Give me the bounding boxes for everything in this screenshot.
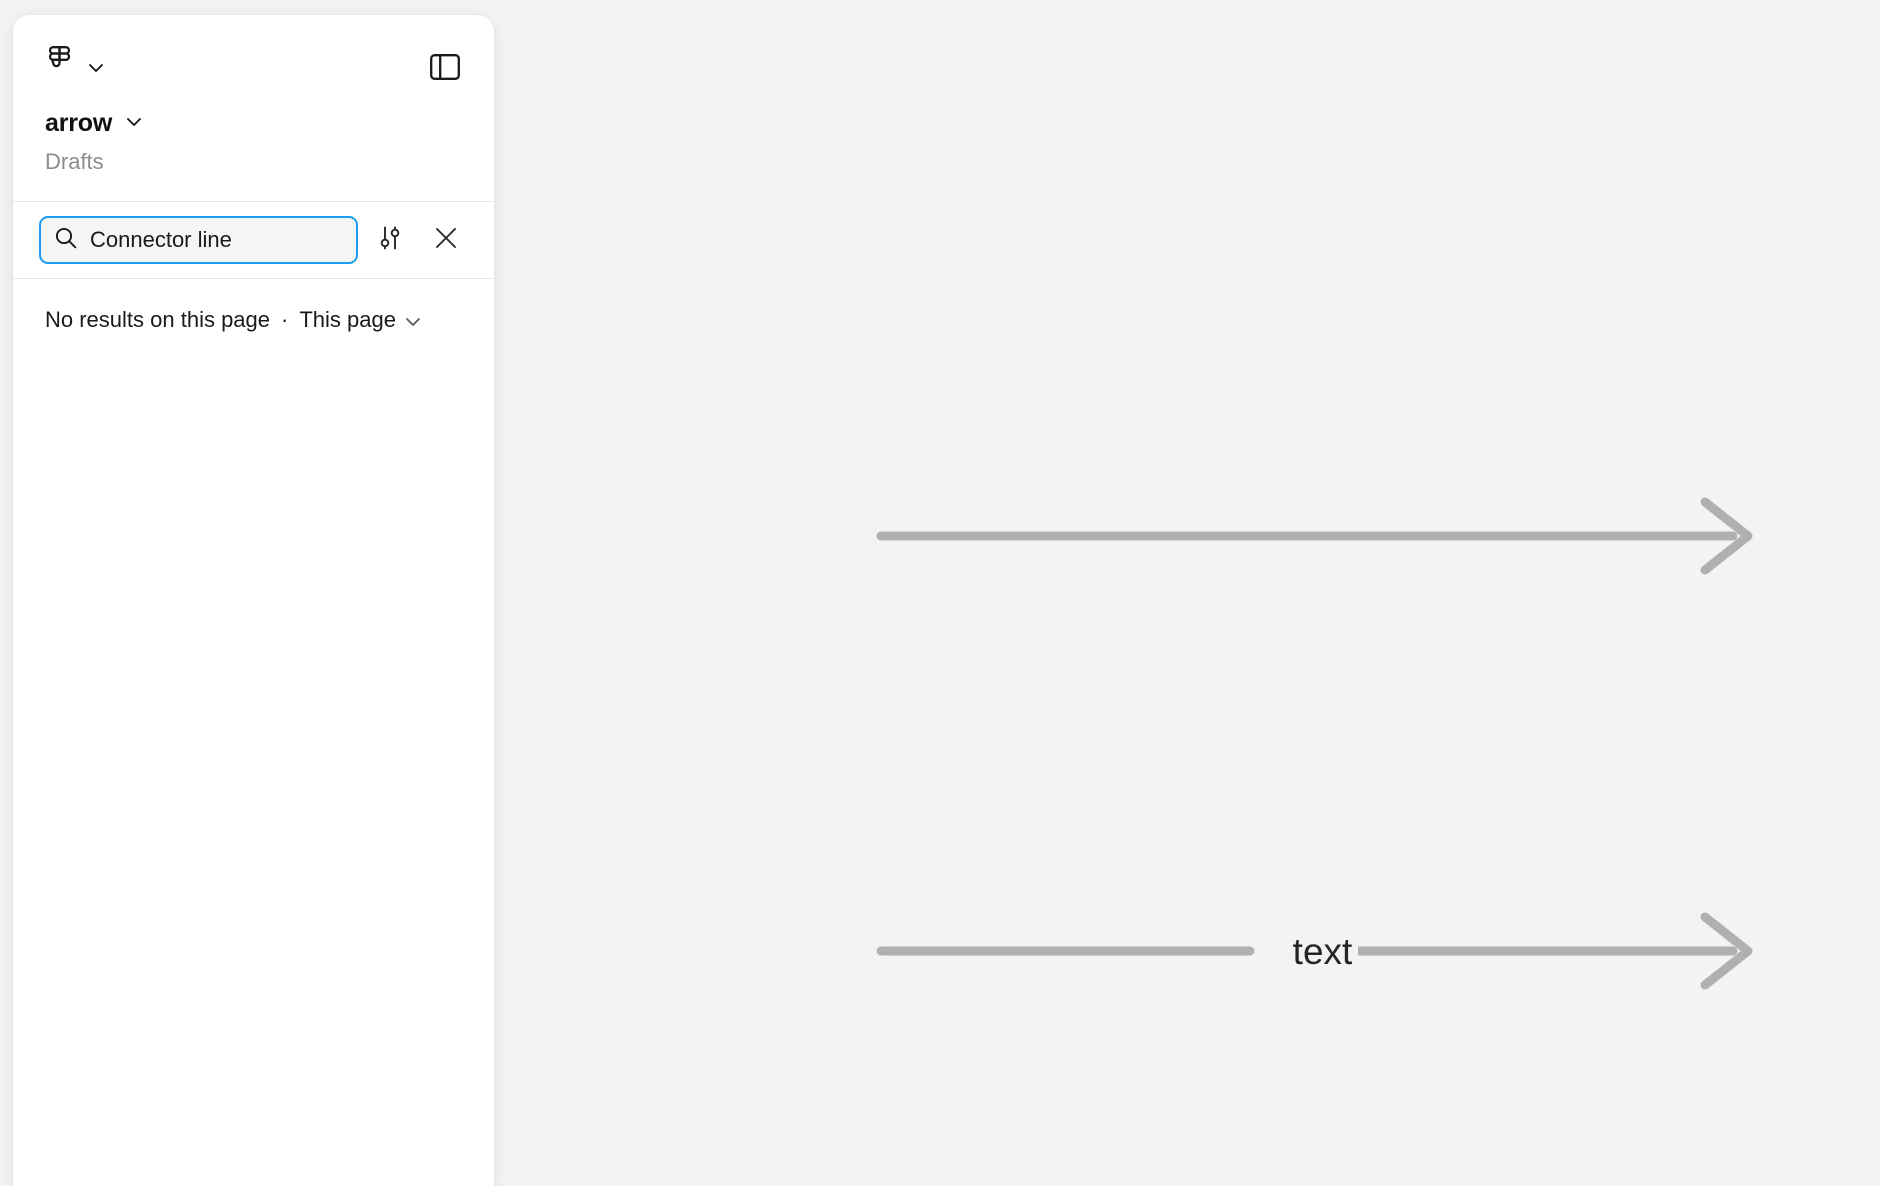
figma-logo-icon xyxy=(45,45,74,93)
arrow-label: text xyxy=(1286,932,1359,970)
chevron-down-icon[interactable] xyxy=(126,114,142,132)
sliders-filter-icon xyxy=(377,225,403,256)
file-info-block: arrow Drafts xyxy=(13,95,494,201)
canvas-object-arrow-1[interactable] xyxy=(865,496,1780,576)
search-filter-button[interactable] xyxy=(366,216,414,264)
results-status-text: No results on this page xyxy=(45,307,271,333)
canvas-object-arrow-2[interactable]: text xyxy=(865,911,1780,991)
search-results-list xyxy=(13,333,494,1186)
search-icon xyxy=(55,227,77,254)
file-location: Drafts xyxy=(45,148,104,174)
search-scope-dropdown[interactable]: This page xyxy=(299,307,421,333)
search-results-summary: No results on this page · This page xyxy=(13,279,494,333)
chevron-down-icon xyxy=(88,60,104,78)
close-x-icon xyxy=(433,225,459,256)
sidebar-panel-icon xyxy=(430,53,460,85)
panel-header: arrow Drafts xyxy=(13,15,494,203)
left-sidebar-panel: arrow Drafts Connector line No results o… xyxy=(13,15,494,1186)
panel-header-top-row xyxy=(13,15,494,95)
file-name-row[interactable]: arrow xyxy=(45,109,462,138)
search-input[interactable]: Connector line xyxy=(39,216,358,265)
figma-home-button[interactable] xyxy=(45,45,104,93)
close-search-button[interactable] xyxy=(422,216,470,264)
search-bar-row: Connector line xyxy=(13,202,494,280)
search-input-value: Connector line xyxy=(90,229,232,252)
results-separator: · xyxy=(281,307,289,333)
search-scope-label: This page xyxy=(299,307,396,333)
toggle-sidebar-button[interactable] xyxy=(428,52,462,86)
chevron-down-icon xyxy=(405,307,421,333)
arrow-shape xyxy=(876,497,1753,575)
page-title: arrow xyxy=(45,109,113,137)
